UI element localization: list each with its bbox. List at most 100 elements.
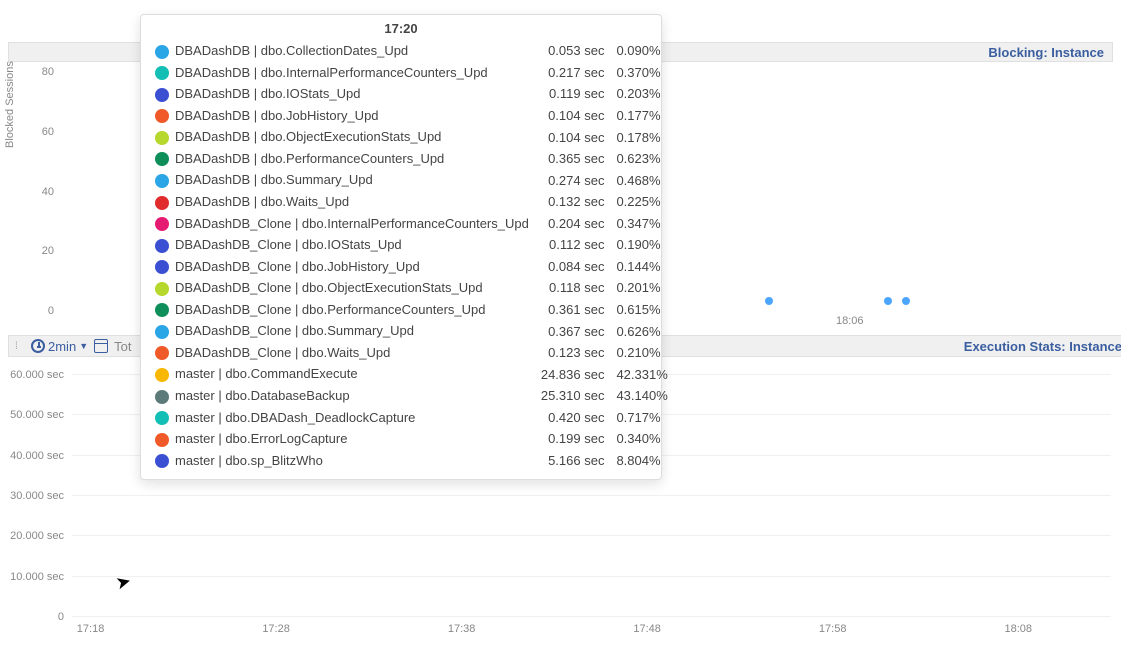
series-name: master | dbo.ErrorLogCapture: [175, 431, 347, 446]
series-swatch: [155, 260, 169, 274]
tooltip-row: DBADashDB_Clone | dbo.JobHistory_Upd 0.08…: [149, 256, 674, 278]
series-swatch: [155, 390, 169, 404]
series-pct: 42.331%: [610, 363, 673, 385]
series-pct: 0.190%: [610, 234, 673, 256]
series-pct: 0.615%: [610, 299, 673, 321]
series-pct: 0.144%: [610, 256, 673, 278]
tooltip-row: DBADashDB_Clone | dbo.Waits_Upd 0.123 sec…: [149, 342, 674, 364]
series-pct: 0.468%: [610, 169, 673, 191]
tooltip-row: master | dbo.DatabaseBackup 25.310 sec43.…: [149, 385, 674, 407]
series-name: master | dbo.sp_BlitzWho: [175, 453, 323, 468]
series-pct: 0.225%: [610, 191, 673, 213]
interval-picker[interactable]: 2min ▼: [31, 339, 88, 354]
series-swatch: [155, 66, 169, 80]
tooltip-row: master | dbo.CommandExecute24.836 sec42.…: [149, 363, 674, 385]
series-seconds: 0.365 sec: [535, 148, 611, 170]
series-swatch: [155, 346, 169, 360]
exec-x-tick: 18:08: [1004, 623, 1032, 635]
series-name: DBADashDB_Clone | dbo.InternalPerformanc…: [175, 216, 529, 231]
series-name: master | dbo.DatabaseBackup: [175, 388, 350, 403]
blocking-title: Blocking: Instance: [988, 45, 1104, 60]
chevron-down-icon: ▼: [79, 341, 88, 351]
tooltip-row: DBADashDB | dbo.InternalPerformanceCount…: [149, 62, 674, 84]
series-seconds: 25.310 sec: [535, 385, 611, 407]
series-seconds: 0.119 sec: [535, 83, 611, 105]
tooltip-row: DBADashDB | dbo.JobHistory_Upd 0.104 sec0…: [149, 105, 674, 127]
series-name: DBADashDB | dbo.JobHistory_Upd: [175, 108, 379, 123]
exec-x-tick: 17:28: [262, 623, 290, 635]
exec-stats-title: Execution Stats: Instance: [964, 339, 1121, 354]
tooltip-row: DBADashDB_Clone | dbo.IOStats_Upd 0.112 s…: [149, 234, 674, 256]
series-seconds: 0.204 sec: [535, 213, 611, 235]
tooltip-row: master | dbo.sp_BlitzWho5.166 sec8.804%: [149, 450, 674, 472]
series-swatch: [155, 109, 169, 123]
exec-y-tick: 10.000 sec: [10, 571, 64, 583]
series-pct: 0.090%: [610, 40, 673, 62]
series-seconds: 0.104 sec: [535, 105, 611, 127]
series-swatch: [155, 411, 169, 425]
series-name: DBADashDB_Clone | dbo.IOStats_Upd: [175, 237, 402, 252]
series-seconds: 0.084 sec: [535, 256, 611, 278]
exec-y-tick: 60.000 sec: [10, 369, 64, 381]
series-pct: 0.340%: [610, 428, 673, 450]
series-seconds: 0.361 sec: [535, 299, 611, 321]
series-seconds: 0.118 sec: [535, 277, 611, 299]
tooltip-row: master | dbo.ErrorLogCapture 0.199 sec0.3…: [149, 428, 674, 450]
tooltip-row: DBADashDB | dbo.PerformanceCounters_Upd 0…: [149, 148, 674, 170]
date-picker[interactable]: [94, 339, 108, 353]
exec-x-tick: 17:58: [819, 623, 847, 635]
exec-y-tick: 0: [58, 611, 64, 623]
exec-x-tick: 17:48: [633, 623, 661, 635]
exec-y-tick: 30.000 sec: [10, 490, 64, 502]
series-swatch: [155, 152, 169, 166]
series-seconds: 0.217 sec: [535, 62, 611, 84]
series-name: DBADashDB | dbo.IOStats_Upd: [175, 86, 360, 101]
series-name: master | dbo.DBADash_DeadlockCapture: [175, 410, 415, 425]
tooltip-row: DBADashDB_Clone | dbo.Summary_Upd0.367 s…: [149, 320, 674, 342]
series-pct: 43.140%: [610, 385, 673, 407]
series-seconds: 0.123 sec: [535, 342, 611, 364]
tooltip-row: master | dbo.DBADash_DeadlockCapture0.42…: [149, 407, 674, 429]
tooltip-row: DBADashDB_Clone | dbo.ObjectExecutionSta…: [149, 277, 674, 299]
series-swatch: [155, 174, 169, 188]
series-pct: 0.177%: [610, 105, 673, 127]
series-pct: 0.210%: [610, 342, 673, 364]
series-name: DBADashDB_Clone | dbo.PerformanceCounter…: [175, 302, 485, 317]
series-seconds: 0.112 sec: [535, 234, 611, 256]
series-seconds: 0.367 sec: [535, 320, 611, 342]
series-name: DBADashDB | dbo.ObjectExecutionStats_Upd: [175, 129, 441, 144]
series-swatch: [155, 239, 169, 253]
scatter-point[interactable]: [884, 297, 892, 305]
tooltip-row: DBADashDB | dbo.ObjectExecutionStats_Upd…: [149, 126, 674, 148]
series-seconds: 0.132 sec: [535, 191, 611, 213]
series-seconds: 0.199 sec: [535, 428, 611, 450]
series-pct: 0.201%: [610, 277, 673, 299]
interval-label: 2min: [48, 339, 76, 354]
series-swatch: [155, 45, 169, 59]
series-name: DBADashDB | dbo.Summary_Upd: [175, 172, 373, 187]
exec-x-tick: 17:18: [77, 623, 105, 635]
series-name: master | dbo.CommandExecute: [175, 366, 358, 381]
exec-y-tick: 40.000 sec: [10, 450, 64, 462]
tooltip-row: DBADashDB_Clone | dbo.PerformanceCounter…: [149, 299, 674, 321]
collapse-handle-icon[interactable]: ⁞: [15, 341, 25, 352]
series-pct: 0.203%: [610, 83, 673, 105]
series-seconds: 0.274 sec: [535, 169, 611, 191]
series-name: DBADashDB_Clone | dbo.JobHistory_Upd: [175, 259, 420, 274]
series-name: DBADashDB_Clone | dbo.Waits_Upd: [175, 345, 390, 360]
series-swatch: [155, 196, 169, 210]
blocking-x-tick: 18:06: [836, 315, 864, 327]
series-seconds: 0.053 sec: [535, 40, 611, 62]
series-pct: 0.717%: [610, 407, 673, 429]
series-name: DBADashDB | dbo.PerformanceCounters_Upd: [175, 151, 444, 166]
series-seconds: 5.166 sec: [535, 450, 611, 472]
series-swatch: [155, 303, 169, 317]
series-swatch: [155, 88, 169, 102]
series-swatch: [155, 454, 169, 468]
series-swatch: [155, 217, 169, 231]
scatter-point[interactable]: [765, 297, 773, 305]
clock-icon: [31, 339, 45, 353]
series-pct: 0.626%: [610, 320, 673, 342]
series-swatch: [155, 368, 169, 382]
scatter-point[interactable]: [902, 297, 910, 305]
